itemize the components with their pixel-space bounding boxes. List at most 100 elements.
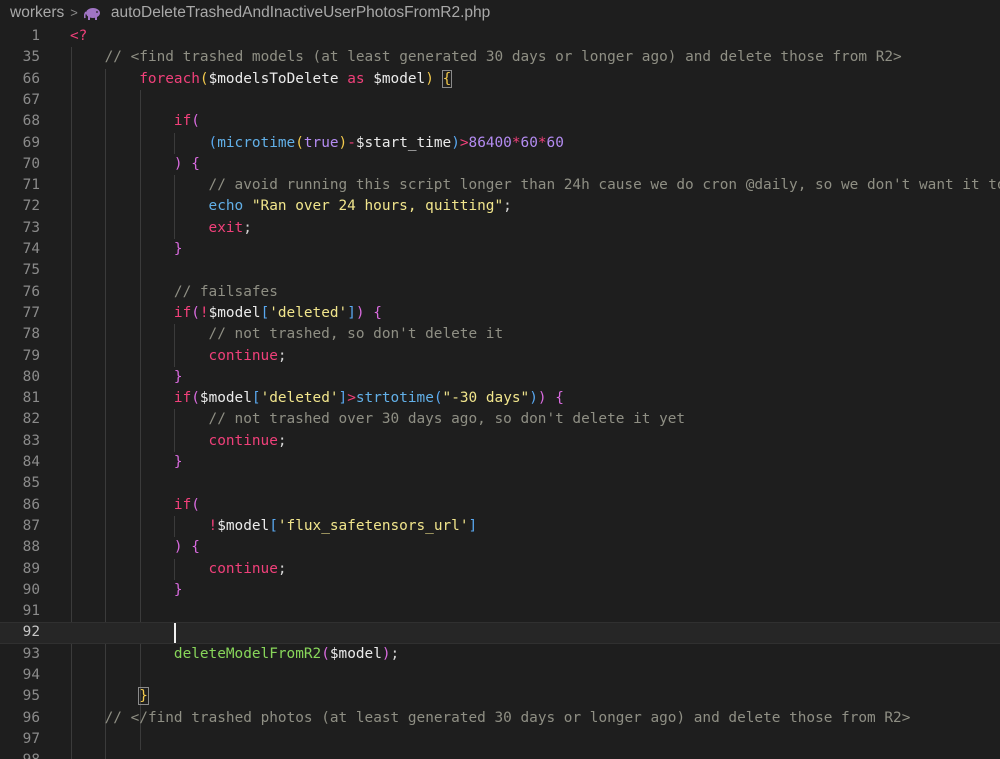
code-line[interactable]: 78 // not trashed, so don't delete it [0, 324, 1000, 345]
code-line[interactable]: 83 continue; [0, 431, 1000, 452]
code-token: ) [537, 390, 547, 407]
code-line[interactable]: 84} [0, 452, 1000, 473]
code-line[interactable]: 98 [0, 750, 1000, 759]
code-token: ( [191, 304, 200, 321]
code-line[interactable]: 81 if($model['deleted']>strtotime("-30 da… [0, 388, 1000, 409]
code-line[interactable]: 87 !$model['flux_safetensors_url'] [0, 516, 1000, 537]
line-number: 75 [22, 262, 40, 279]
code-text: // not trashed, so don't delete it [209, 324, 504, 345]
breadcrumb-file[interactable]: autoDeleteTrashedAndInactiveUserPhotosFr… [111, 4, 490, 22]
code-text: if($model['deleted']>strtotime("-30 days… [174, 388, 564, 409]
code-line[interactable]: 93 deleteModelFromR2($model); [0, 644, 1000, 665]
code-token: - [347, 134, 356, 151]
code-token: { [373, 304, 382, 321]
code-text: (microtime(true)-$start_time)>86400*60*6… [209, 133, 564, 154]
code-token: ) [355, 304, 365, 321]
code-token: > [347, 390, 356, 407]
line-number: 78 [22, 326, 40, 343]
line-number: 76 [22, 283, 40, 300]
line-number: 70 [22, 155, 40, 172]
code-line[interactable]: 86 if( [0, 495, 1000, 516]
line-number: 67 [22, 91, 40, 108]
code-line[interactable]: 97 [0, 729, 1000, 750]
code-line[interactable]: 89 continue; [0, 559, 1000, 580]
code-line[interactable]: 69 (microtime(true)-$start_time)>86400*60… [0, 133, 1000, 154]
code-text: // not trashed over 30 days ago, so don'… [209, 409, 686, 430]
code-line[interactable]: 91 [0, 601, 1000, 622]
code-text: ) { [174, 154, 200, 175]
code-token: ; [277, 432, 287, 449]
code-token: * [511, 134, 521, 151]
breadcrumb-folder[interactable]: workers [10, 4, 64, 22]
code-line[interactable]: 77 if(!$model['deleted']) { [0, 303, 1000, 324]
code-token: // avoid running this script longer than… [208, 177, 1000, 194]
line-number: 72 [22, 198, 40, 215]
code-line[interactable]: 92 [0, 622, 1000, 644]
code-text: foreach($modelsToDelete as $model) { [139, 69, 453, 90]
line-number: 71 [22, 177, 40, 194]
code-editor[interactable]: 1 <? 35 // <find trashed models (at least g… [0, 25, 1000, 759]
code-line[interactable]: 88) { [0, 537, 1000, 558]
code-token: // failsafes [173, 283, 278, 300]
line-number: 90 [22, 581, 40, 598]
code-token: } [138, 687, 149, 706]
code-line[interactable]: 68 if( [0, 111, 1000, 132]
code-token: $model [373, 70, 426, 87]
code-line[interactable]: 75 [0, 260, 1000, 281]
code-line[interactable]: 85 [0, 473, 1000, 494]
code-text: if( [174, 495, 200, 516]
code-line[interactable]: 82 // not trashed over 30 days ago, so do… [0, 409, 1000, 430]
code-token: exit [208, 219, 244, 236]
code-token: ] [347, 304, 356, 321]
code-line[interactable]: 67 [0, 90, 1000, 111]
code-line[interactable]: 72 echo "Ran over 24 hours, quitting"; [0, 196, 1000, 217]
text-cursor [173, 622, 176, 643]
code-token: ( [321, 645, 330, 662]
code-token: continue [208, 560, 278, 577]
code-token: ) [173, 539, 183, 556]
code-line[interactable]: 94 [0, 665, 1000, 686]
code-token: ! [199, 304, 209, 321]
code-token: ; [277, 560, 287, 577]
code-line[interactable]: 90} [0, 580, 1000, 601]
line-number: 89 [22, 560, 40, 577]
code-line[interactable]: 79 continue; [0, 346, 1000, 367]
code-token: * [537, 134, 547, 151]
line-number: 92 [22, 624, 40, 641]
line-number: 81 [22, 390, 40, 407]
line-number: 94 [22, 667, 40, 683]
code-line[interactable]: 76 // failsafes [0, 282, 1000, 303]
code-line[interactable]: 1 <? [0, 26, 1000, 47]
code-line[interactable]: 95} [0, 686, 1000, 707]
code-token: foreach [139, 70, 200, 87]
code-token: $start_time [355, 134, 452, 151]
code-line[interactable]: 73 exit; [0, 218, 1000, 239]
code-token: } [173, 581, 183, 598]
code-line[interactable]: 70 ) { [0, 154, 1000, 175]
code-line[interactable]: 66 foreach($modelsToDelete as $model) { [0, 69, 1000, 90]
code-line[interactable]: 80} [0, 367, 1000, 388]
code-token: 60 [546, 134, 564, 151]
code-text: echo "Ran over 24 hours, quitting"; [209, 196, 512, 217]
code-token: ( [191, 496, 200, 513]
code-token: 60 [520, 134, 538, 151]
code-token: ( [295, 134, 304, 151]
code-line[interactable]: 74} [0, 239, 1000, 260]
code-token: // <find trashed models (at least genera… [104, 49, 902, 66]
code-line[interactable]: 96 // </find trashed photos (at least gen… [0, 708, 1000, 729]
line-number: 1 [31, 28, 40, 44]
code-token: deleteModelFromR2 [173, 645, 322, 662]
code-token: ( [191, 390, 200, 407]
code-text: continue; [209, 431, 287, 452]
code-token: [ [251, 390, 261, 407]
code-line[interactable]: 71 // avoid running this script longer th… [0, 175, 1000, 196]
line-number: 98 [0, 750, 40, 759]
line-number: 95 [22, 688, 40, 705]
line-number: 85 [22, 475, 40, 492]
code-line[interactable]: 35 // <find trashed models (at least gene… [0, 47, 1000, 68]
line-number: 79 [22, 347, 40, 364]
